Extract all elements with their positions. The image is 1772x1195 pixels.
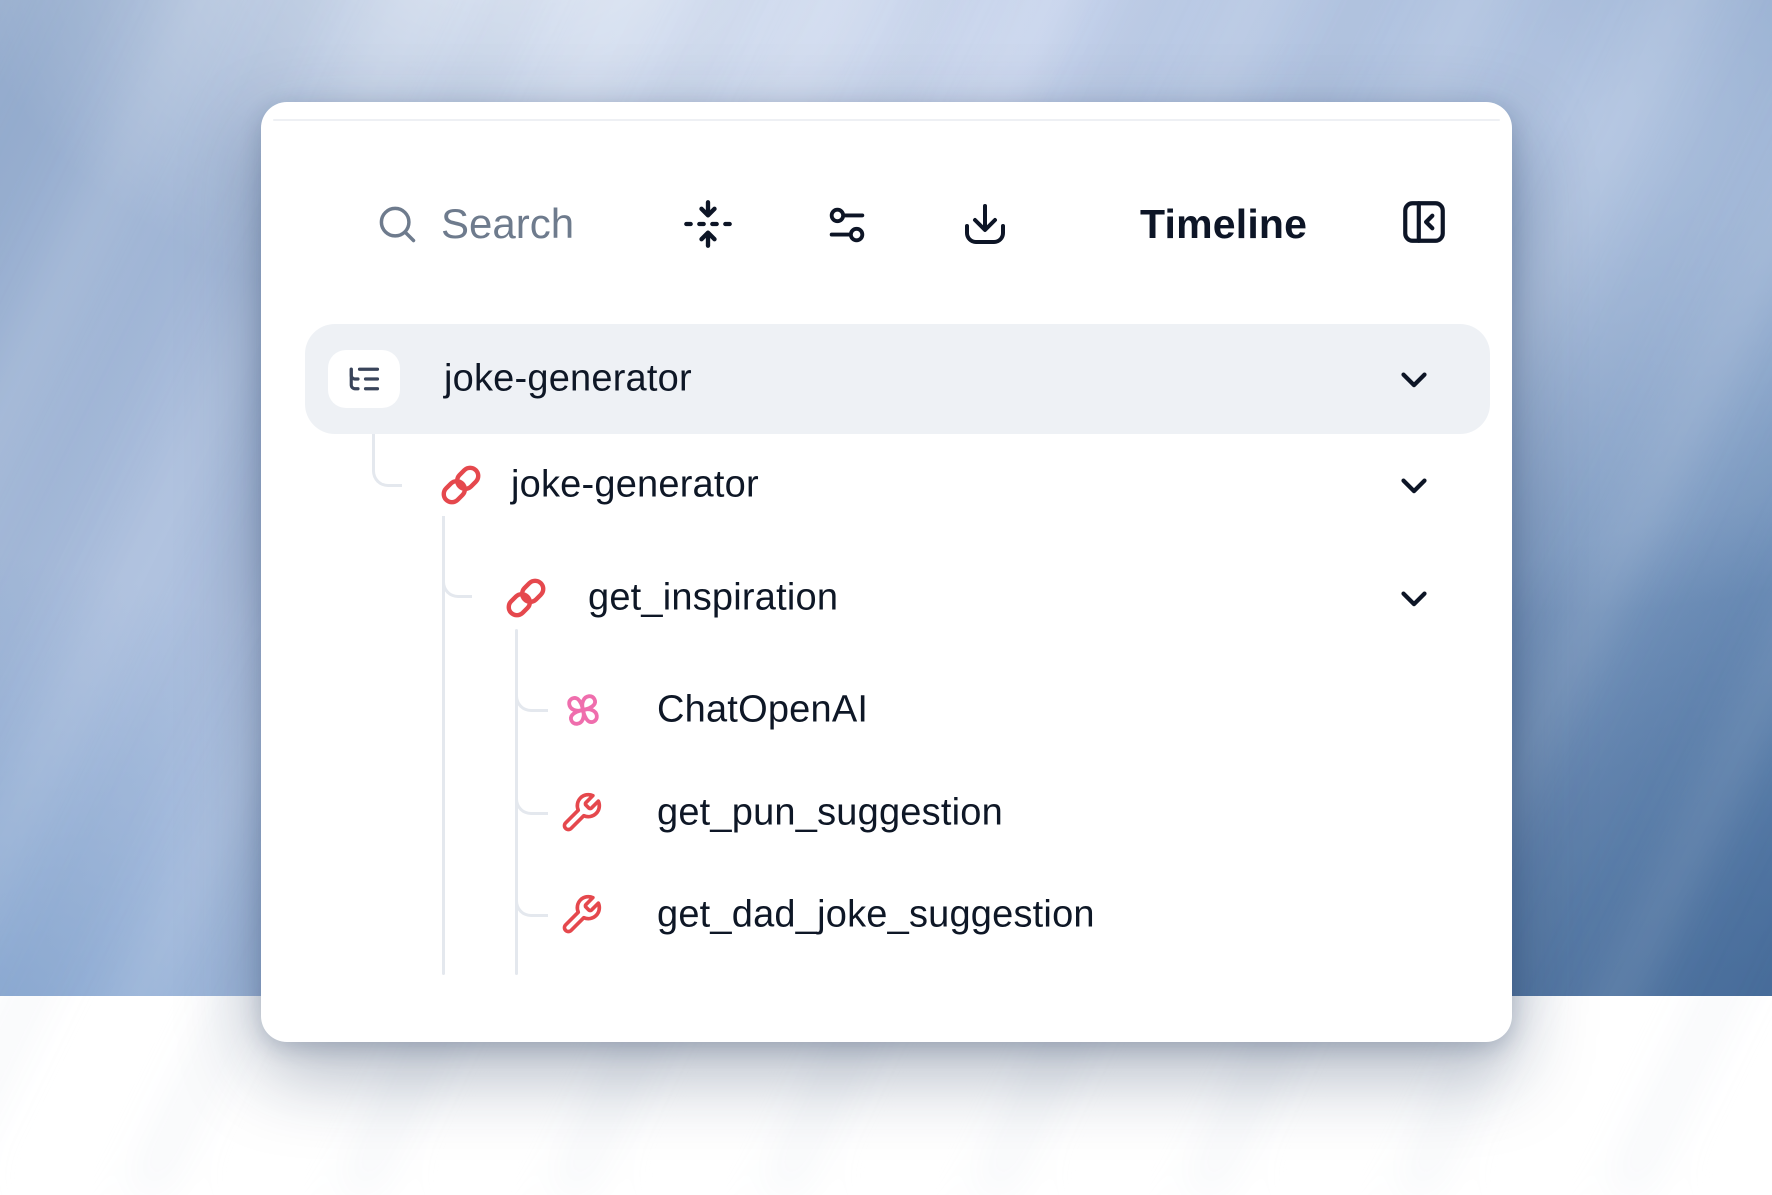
tree-structure-icon [328,350,400,408]
row-label: get_inspiration [588,577,838,620]
row-label: joke-generator [511,464,759,507]
tree-row-joke-generator-root[interactable]: joke-generator [261,324,1506,434]
tree-row-get-pun-suggestion[interactable]: get_pun_suggestion [261,758,1506,868]
tool-wrench-icon [559,791,603,835]
chain-link-icon [438,462,484,508]
tree-row-chatopenai[interactable]: ChatOpenAI [261,655,1506,765]
chain-link-icon [503,575,549,621]
llm-pinwheel-icon [559,686,607,734]
tool-wrench-icon [559,893,603,937]
chevron-down-icon[interactable] [1391,575,1437,621]
row-label: ChatOpenAI [657,689,868,732]
chevron-down-icon[interactable] [1391,462,1437,508]
chevron-down-icon[interactable] [1391,356,1437,402]
row-label: get_pun_suggestion [657,792,1003,835]
tree-row-get-dad-joke-suggestion[interactable]: get_dad_joke_suggestion [261,860,1506,970]
row-label: get_dad_joke_suggestion [657,894,1095,937]
trace-panel: Timeline joke-generator [261,102,1512,1042]
tree-row-joke-generator-chain[interactable]: joke-generator [261,430,1506,540]
trace-tree: joke-generator joke-generator get_inspir… [261,102,1512,1042]
tree-row-get-inspiration[interactable]: get_inspiration [261,543,1506,653]
row-label: joke-generator [444,358,692,401]
